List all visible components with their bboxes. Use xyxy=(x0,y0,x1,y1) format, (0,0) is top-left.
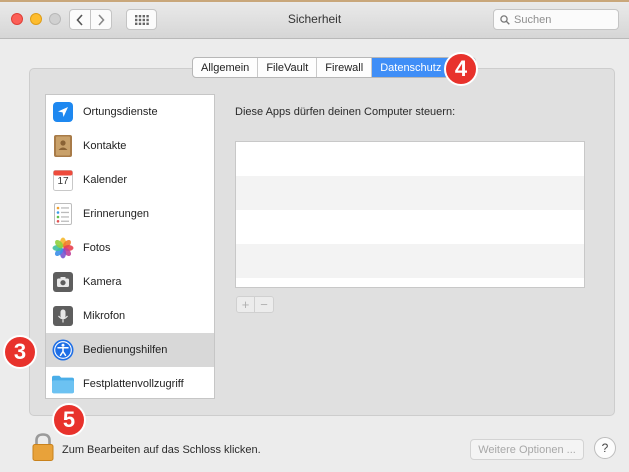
tab-allgemein[interactable]: Allgemein xyxy=(193,58,259,77)
security-preferences-window: Sicherheit Suchen Allgemein FileVault Fi… xyxy=(0,0,629,472)
add-app-button[interactable]: + xyxy=(237,297,255,312)
microphone-icon xyxy=(52,305,74,327)
sidebar-item-label: Fotos xyxy=(83,242,111,254)
annotation-badge-5: 5 xyxy=(52,403,86,437)
sidebar-item-label: Mikrofon xyxy=(83,310,126,322)
sidebar-item-label: Kalender xyxy=(83,174,128,186)
sidebar-item-label: Kamera xyxy=(83,276,122,288)
contacts-book-icon xyxy=(52,135,74,157)
sidebar-item-label: Bedienungshilfen xyxy=(83,344,168,356)
list-row xyxy=(236,142,584,176)
tab-firewall[interactable]: Firewall xyxy=(317,58,373,77)
accessibility-icon xyxy=(52,339,74,361)
search-placeholder: Suchen xyxy=(514,13,552,26)
tab-filevault[interactable]: FileVault xyxy=(258,58,318,77)
more-options-button[interactable]: Weitere Optionen ... xyxy=(470,439,584,460)
list-row xyxy=(236,210,584,244)
sidebar-item-label: Ortungsdienste xyxy=(83,106,158,118)
sidebar-item-fotos[interactable]: Fotos xyxy=(46,231,214,265)
sidebar-item-mikrofon[interactable]: Mikrofon xyxy=(46,299,214,333)
photos-flower-icon xyxy=(52,237,74,259)
annotation-badge-4: 4 xyxy=(444,52,478,86)
lock-icon[interactable] xyxy=(31,432,55,462)
sidebar-item-kontakte[interactable]: Kontakte xyxy=(46,129,214,163)
search-icon xyxy=(500,14,510,25)
camera-icon xyxy=(52,271,74,293)
list-row xyxy=(236,244,584,278)
calendar-icon: 17 xyxy=(52,169,74,191)
allowed-apps-list[interactable] xyxy=(235,141,585,288)
reminders-icon xyxy=(52,203,74,225)
folder-icon xyxy=(52,373,74,395)
add-remove-controls: + − xyxy=(236,296,274,313)
remove-app-button[interactable]: − xyxy=(255,297,273,312)
sidebar-item-label: Erinnerungen xyxy=(83,208,150,220)
title-bar-edge xyxy=(0,0,629,2)
search-field[interactable]: Suchen xyxy=(493,9,619,30)
sidebar-item-bedienungshilfen[interactable]: Bedienungshilfen xyxy=(46,333,214,367)
sidebar-item-label: Festplattenvollzugriff xyxy=(83,378,184,390)
calendar-day: 17 xyxy=(57,176,69,187)
location-arrow-icon xyxy=(52,101,74,123)
list-row xyxy=(236,278,584,287)
lock-hint-label: Zum Bearbeiten auf das Schloss klicken. xyxy=(62,444,261,456)
sidebar-item-erinnerungen[interactable]: Erinnerungen xyxy=(46,197,214,231)
privacy-category-list: Ortungsdienste Kontakte 17 Kalender Erin… xyxy=(45,94,215,399)
sidebar-item-kalender[interactable]: 17 Kalender xyxy=(46,163,214,197)
sidebar-item-label: Kontakte xyxy=(83,140,127,152)
title-bar: Sicherheit Suchen xyxy=(0,0,629,39)
annotation-badge-3: 3 xyxy=(3,335,37,369)
sidebar-item-kamera[interactable]: Kamera xyxy=(46,265,214,299)
sidebar-item-ortungsdienste[interactable]: Ortungsdienste xyxy=(46,95,214,129)
app-list-description: Diese Apps dürfen deinen Computer steuer… xyxy=(235,106,456,118)
list-row xyxy=(236,176,584,210)
help-button[interactable]: ? xyxy=(594,437,616,459)
sidebar-item-festplattenvollzugriff[interactable]: Festplattenvollzugriff xyxy=(46,367,214,398)
tab-bar: Allgemein FileVault Firewall Datenschutz xyxy=(192,57,477,78)
